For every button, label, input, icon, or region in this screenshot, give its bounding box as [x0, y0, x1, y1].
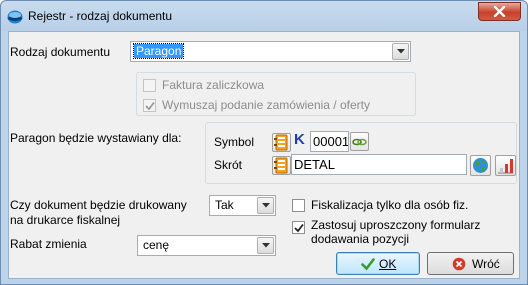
short-name-value: DETAL: [294, 157, 335, 172]
symbol-field[interactable]: 00001: [310, 131, 349, 152]
fiscal-only-individuals-checkbox[interactable]: [292, 199, 305, 212]
fiscal-only-individuals-label: Fiskalizacja tylko dla osób fiz.: [311, 198, 469, 212]
fiscal-print-label-line1: Czy dokument będzie drukowany: [10, 198, 187, 212]
window-title: Rejestr - rodzaj dokumentu: [28, 9, 173, 23]
title-bar[interactable]: Rejestr - rodzaj dokumentu: [1, 1, 527, 31]
fiscal-print-value: Tak: [215, 198, 234, 212]
cancel-icon: [452, 257, 466, 271]
app-icon: [7, 10, 23, 24]
require-order-checkbox[interactable]: [143, 99, 156, 112]
dialog-window: Rejestr - rodzaj dokumentu Rodzaj dokume…: [0, 0, 528, 285]
simplified-form-label-line1: Zastosuj uproszczony formularz: [311, 218, 481, 232]
fiscal-print-label-line2: na drukarce fiskalnej: [10, 213, 121, 227]
close-button[interactable]: [478, 2, 521, 21]
discount-select[interactable]: cenę: [137, 235, 276, 256]
dialog-body: Rodzaj dokumentu Paragon Faktura zaliczk…: [8, 31, 520, 279]
contact-list-icon: [274, 134, 288, 151]
symbol-value: 00001: [313, 134, 349, 149]
globe-icon: [473, 158, 488, 173]
document-options-group: Faktura zaliczkowa Wymuszaj podanie zamó…: [136, 72, 416, 116]
symbol-list-button[interactable]: [272, 133, 291, 152]
checkmark-icon: [361, 258, 375, 271]
symbol-label: Symbol: [214, 135, 255, 149]
ok-button[interactable]: OK: [336, 252, 420, 275]
web-button[interactable]: [470, 155, 491, 176]
short-name-list-button[interactable]: [272, 156, 291, 175]
simplified-form-checkbox[interactable]: [292, 221, 305, 234]
chevron-down-icon: [397, 49, 405, 54]
advance-invoice-label: Faktura zaliczkowa: [162, 78, 265, 92]
fiscal-print-select[interactable]: Tak: [209, 195, 276, 216]
doc-type-select[interactable]: Paragon: [130, 41, 411, 62]
advance-invoice-checkbox[interactable]: [143, 79, 156, 92]
fiscal-print-dropdown-button[interactable]: [257, 197, 274, 214]
doc-type-dropdown-button[interactable]: [392, 43, 409, 60]
checkmark-icon: [145, 101, 155, 111]
discount-dropdown-button[interactable]: [257, 237, 274, 254]
doc-type-label: Rodzaj dokumentu: [10, 45, 111, 59]
doc-type-value: Paragon: [132, 43, 185, 59]
link-icon: [352, 138, 367, 146]
back-button-label: Wróć: [472, 257, 500, 271]
chart-button[interactable]: [495, 155, 516, 176]
bar-chart-icon: [498, 159, 513, 174]
chevron-down-icon: [262, 243, 270, 248]
back-button[interactable]: Wróć: [427, 252, 514, 275]
chevron-down-icon: [262, 203, 270, 208]
issued-for-label: Paragon będzie wystawiany dla:: [10, 131, 182, 145]
simplified-form-label-line2: dodawania pozycji: [311, 232, 410, 246]
contractor-kind-letter: K: [294, 131, 305, 148]
symbol-link-button[interactable]: [350, 132, 369, 151]
contact-list-icon: [274, 157, 288, 174]
ok-button-label: OK: [379, 257, 397, 271]
close-icon: [493, 6, 506, 17]
short-name-label: Skrót: [214, 158, 243, 172]
issued-for-group: Symbol K 00001 Skrót DETAL: [205, 122, 517, 184]
discount-label: Rabat zmienia: [10, 237, 87, 251]
checkmark-icon: [294, 223, 304, 233]
discount-value: cenę: [143, 238, 170, 252]
short-name-field[interactable]: DETAL: [291, 154, 467, 175]
require-order-label: Wymuszaj podanie zamówienia / oferty: [162, 98, 370, 112]
